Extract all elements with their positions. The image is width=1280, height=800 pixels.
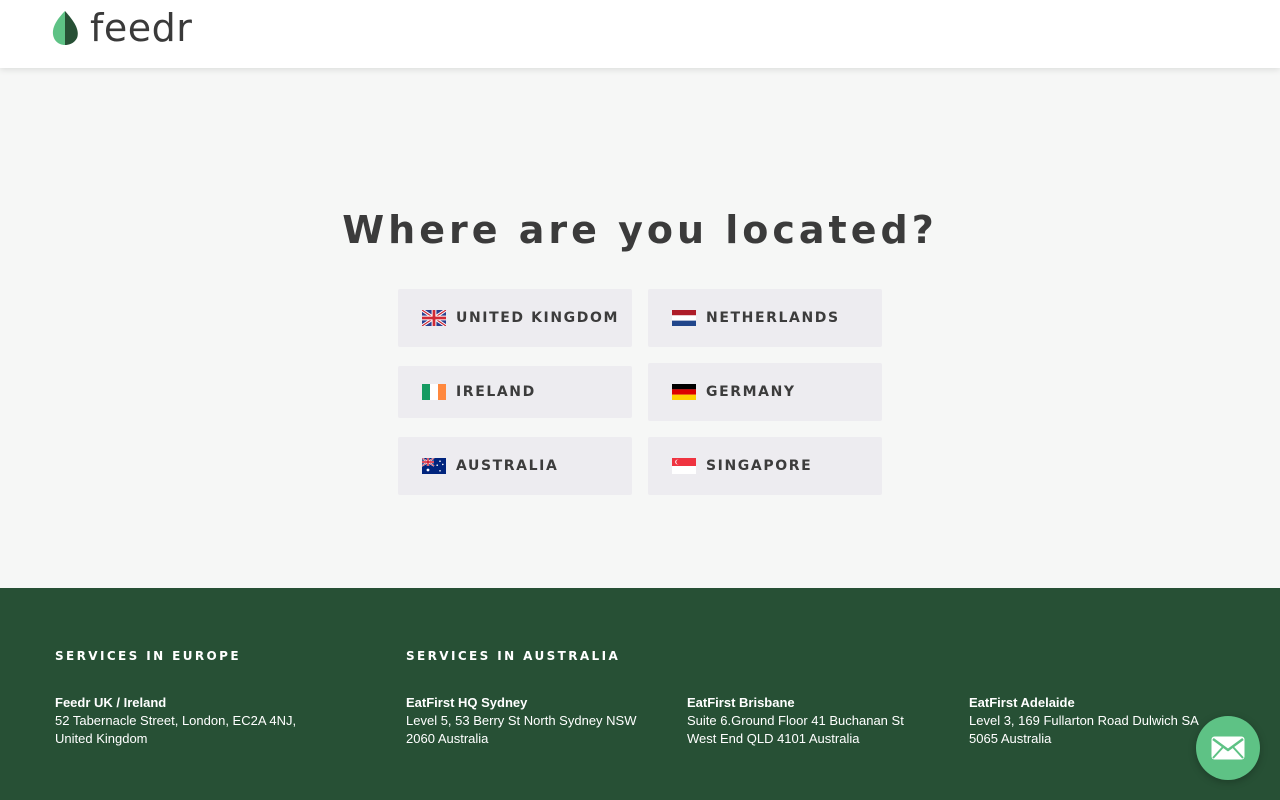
- office-feedr-uk: Feedr UK / Ireland 52 Tabernacle Street,…: [55, 694, 355, 748]
- country-label: Ireland: [456, 384, 536, 400]
- country-button-singapore[interactable]: Singapore: [648, 437, 882, 495]
- uk-flag-icon: [422, 310, 446, 326]
- office-address: Level 5, 53 Berry St North Sydney NSW 20…: [406, 713, 637, 746]
- country-label: United Kingdom: [456, 310, 620, 326]
- office-name: Feedr UK / Ireland: [55, 695, 167, 710]
- site-footer: Services in Europe Services in Australia…: [0, 588, 1280, 800]
- country-label: Germany: [706, 384, 796, 400]
- office-address: 52 Tabernacle Street, London, EC2A 4NJ, …: [55, 713, 297, 746]
- country-label: Singapore: [706, 458, 813, 474]
- office-name: EatFirst Adelaide: [969, 695, 1075, 710]
- country-button-united-kingdom[interactable]: United Kingdom: [398, 289, 632, 347]
- office-address: Level 3, 169 Fullarton Road Dulwich SA 5…: [969, 713, 1199, 746]
- footer-heading-europe: Services in Europe: [55, 649, 241, 663]
- feedr-logo[interactable]: feedr: [50, 8, 192, 48]
- germany-flag-icon: [672, 384, 696, 400]
- site-header: feedr: [0, 0, 1280, 68]
- mail-icon: [1211, 736, 1245, 760]
- page-title: Where are you located?: [342, 208, 938, 252]
- logo-wordmark: feedr: [90, 6, 193, 50]
- footer-heading-australia: Services in Australia: [406, 649, 621, 663]
- location-selector: Where are you located? United Kingdom Ne…: [0, 68, 1280, 588]
- office-eatfirst-adelaide: EatFirst Adelaide Level 3, 169 Fullarton…: [969, 694, 1229, 748]
- ireland-flag-icon: [422, 384, 446, 400]
- australia-flag-icon: [422, 458, 446, 474]
- contact-chat-button[interactable]: [1196, 716, 1260, 780]
- country-label: Netherlands: [706, 310, 840, 326]
- office-name: EatFirst HQ Sydney: [406, 695, 528, 710]
- country-label: Australia: [456, 458, 559, 474]
- country-button-ireland[interactable]: Ireland: [398, 366, 632, 418]
- office-eatfirst-sydney: EatFirst HQ Sydney Level 5, 53 Berry St …: [406, 694, 676, 748]
- office-name: EatFirst Brisbane: [687, 695, 795, 710]
- office-eatfirst-brisbane: EatFirst Brisbane Suite 6.Ground Floor 4…: [687, 694, 957, 748]
- country-button-germany[interactable]: Germany: [648, 363, 882, 421]
- netherlands-flag-icon: [672, 310, 696, 326]
- leaf-icon: [52, 11, 78, 45]
- singapore-flag-icon: [672, 458, 696, 474]
- country-button-netherlands[interactable]: Netherlands: [648, 289, 882, 347]
- office-address: Suite 6.Ground Floor 41 Buchanan St West…: [687, 713, 904, 746]
- country-button-australia[interactable]: Australia: [398, 437, 632, 495]
